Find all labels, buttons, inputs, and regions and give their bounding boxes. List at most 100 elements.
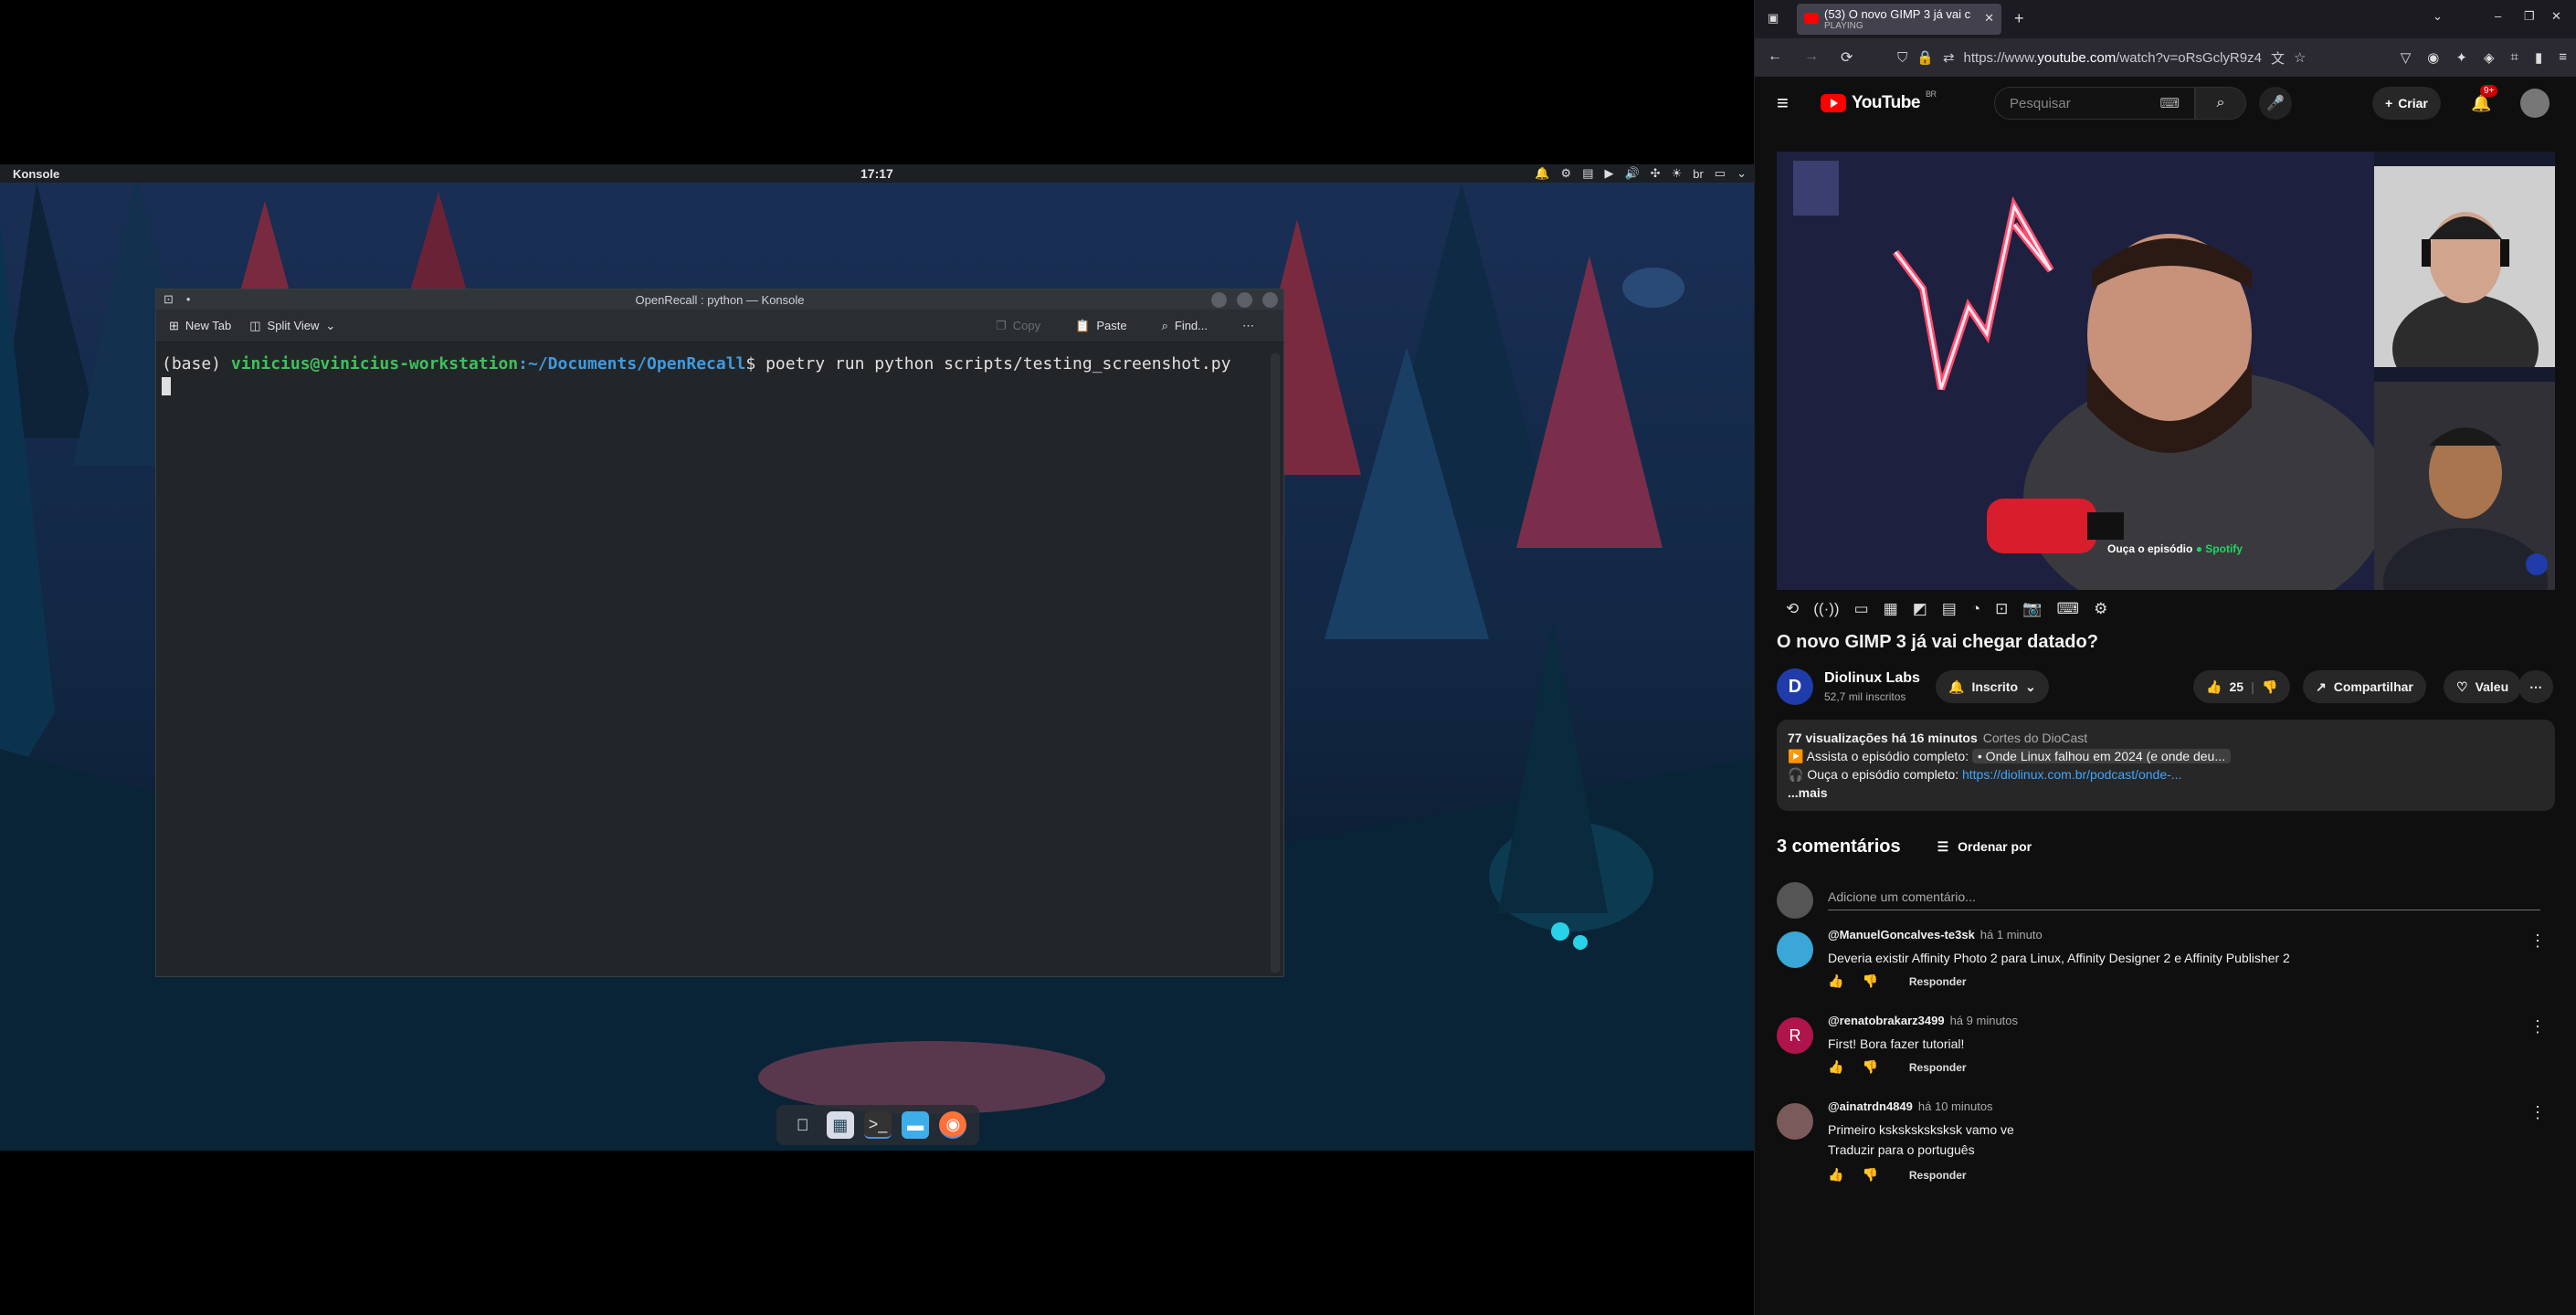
clock[interactable]: 17:17 xyxy=(860,166,893,181)
tab-youtube[interactable]: (53) O novo GIMP 3 já vai c PLAYING ✕ xyxy=(1797,4,2001,35)
find-button[interactable]: ⌕ Find... xyxy=(1162,319,1208,333)
close-window-icon[interactable]: ✕ xyxy=(2551,9,2561,24)
chevron-down-icon[interactable]: ⌄ xyxy=(1737,166,1747,181)
comment-author[interactable]: @ainatrdn4849 há 10 minutos xyxy=(1828,1099,1993,1113)
youtube-logo[interactable]: YouTube BR xyxy=(1821,89,1937,113)
account-icon[interactable]: ◉ xyxy=(2427,49,2439,66)
channel-avatar[interactable]: D xyxy=(1777,668,1813,705)
network-icon[interactable]: ✣ xyxy=(1651,166,1661,181)
popup-player-icon[interactable]: ◩ xyxy=(1913,600,1927,618)
settings-icon[interactable]: ⚙ xyxy=(1561,166,1572,181)
paste-button[interactable]: 📋 Paste xyxy=(1075,319,1126,333)
video-player[interactable]: Ouça o episódio ● Spotify xyxy=(1777,152,2555,590)
bookmark-star-icon[interactable]: ☆ xyxy=(2294,49,2306,66)
comment-avatar[interactable] xyxy=(1777,1103,1813,1140)
list-all-tabs-icon[interactable]: ⌄ xyxy=(2433,9,2443,24)
description-box[interactable]: 77 visualizações há 16 minutos Cortes do … xyxy=(1777,720,2555,811)
terminal-scrollbar[interactable] xyxy=(1271,353,1280,973)
sort-by-button[interactable]: ☰ Ordenar por xyxy=(1937,839,2032,855)
screenshot-icon[interactable]: 📷 xyxy=(2022,600,2042,618)
thumbs-down-icon[interactable]: 👎 xyxy=(1862,1167,1877,1183)
hamburger-menu-button[interactable]: ⋯ xyxy=(1242,319,1254,333)
new-tab-button[interactable]: ⊞ New Tab xyxy=(169,319,231,333)
url-bar[interactable]: ⛉ 🔒 ⇄ https://www.youtube.com/watch?v=oR… xyxy=(1897,44,2327,71)
thanks-button[interactable]: ♡ Valeu xyxy=(2444,670,2522,703)
more-actions-button[interactable]: ⋯ xyxy=(2518,670,2553,703)
reload-icon[interactable]: ⟳ xyxy=(1841,48,1853,67)
app-menu-icon[interactable]: ≡ xyxy=(2559,49,2567,66)
reply-button[interactable]: Responder xyxy=(1909,975,1967,988)
notifications-icon[interactable]: 🔔 xyxy=(1535,166,1549,181)
new-tab-icon[interactable]: + xyxy=(2014,9,2024,28)
window-titlebar[interactable]: ⊡ • OpenRecall : python — Konsole xyxy=(156,289,1283,310)
reply-button[interactable]: Responder xyxy=(1909,1061,1967,1074)
notifications-button[interactable]: 🔔 9+ xyxy=(2471,84,2498,113)
like-dislike-button[interactable]: 👍 25 | 👎 xyxy=(2193,670,2291,703)
frame-step-icon[interactable]: ⊡ xyxy=(1995,600,2008,618)
maximize-icon[interactable]: ❐ xyxy=(2524,9,2535,24)
keyboard-icon[interactable]: ⌨ xyxy=(2159,95,2180,111)
tab-list-icon[interactable]: ▣ xyxy=(1768,11,1779,26)
back-icon[interactable]: ← xyxy=(1768,48,1782,67)
thumbs-down-icon[interactable]: 👎 xyxy=(2262,679,2277,695)
thumbs-up-icon[interactable]: 👍 xyxy=(1828,1167,1843,1183)
cinema-icon[interactable]: ▦ xyxy=(1884,600,1898,618)
comment-author[interactable]: @renatobrakarz3499 há 9 minutos xyxy=(1828,1014,2018,1027)
translate-link[interactable]: Traduzir para o português xyxy=(1828,1140,2014,1160)
search-input[interactable]: Pesquisar ⌨ xyxy=(1994,87,2195,120)
permissions-icon[interactable]: ⇄ xyxy=(1943,49,1955,66)
close-tab-icon[interactable]: ✕ xyxy=(1984,11,1994,26)
split-view-button[interactable]: ◫ Split View ⌄ xyxy=(249,319,335,333)
spotify-overlay[interactable]: Ouça o episódio ● Spotify xyxy=(2107,542,2243,555)
comment-time[interactable]: há 1 minuto xyxy=(1980,928,2043,942)
audio-mode-icon[interactable]: ((·)) xyxy=(1813,600,1839,618)
podcast-link[interactable]: https://diolinux.com.br/podcast/onde-... xyxy=(1962,767,2181,782)
description-tags[interactable]: Cortes do DioCast xyxy=(1983,731,2087,745)
loop-icon[interactable]: ⟲ xyxy=(1786,600,1799,618)
hamburger-menu-icon[interactable]: ≡ xyxy=(1777,91,1789,115)
comment-time[interactable]: há 9 minutos xyxy=(1950,1014,2018,1027)
clipboard-icon[interactable]: ▤ xyxy=(1582,166,1593,181)
settings-icon[interactable]: ⚙ xyxy=(2094,600,2107,618)
thumbs-up-icon[interactable]: 👍 xyxy=(1828,973,1843,989)
more-vertical-icon[interactable]: ⋮ xyxy=(2529,1103,2546,1122)
add-comment-input[interactable]: Adicione um comentário... xyxy=(1828,889,2540,910)
metamask-icon[interactable]: ◈ xyxy=(2484,49,2495,66)
stop-rendering-icon[interactable]: ▭ xyxy=(1854,600,1869,618)
minimize-button[interactable] xyxy=(1211,291,1227,308)
thumbs-up-icon[interactable]: 👍 xyxy=(1828,1059,1843,1075)
maximize-button[interactable] xyxy=(1237,291,1252,308)
files-icon[interactable]: ▬ xyxy=(902,1111,930,1139)
subscribed-button[interactable]: 🔔 Inscrito ⌄ xyxy=(1936,670,2049,703)
more-vertical-icon[interactable]: ⋮ xyxy=(2529,931,2546,951)
terminal-icon[interactable]: >_ xyxy=(863,1111,892,1139)
keyboard-shortcuts-icon[interactable]: ⌨ xyxy=(2057,600,2080,618)
speed-icon[interactable]: ◔ xyxy=(1971,600,1980,618)
screen-size-icon[interactable]: ▤ xyxy=(1942,600,1957,618)
lock-icon[interactable]: 🔒 xyxy=(1916,49,1934,66)
volume-icon[interactable]: 🔊 xyxy=(1624,166,1639,181)
show-more-link[interactable]: ...mais xyxy=(1788,784,2544,802)
channel-name[interactable]: Diolinux Labs xyxy=(1824,670,1920,687)
close-button[interactable] xyxy=(1262,291,1278,308)
comment-avatar[interactable]: R xyxy=(1777,1017,1813,1054)
extensions-icon[interactable]: ✦ xyxy=(2455,49,2467,66)
search-button[interactable]: ⌕ xyxy=(2195,87,2246,120)
comment-avatar[interactable] xyxy=(1777,931,1813,968)
create-button[interactable]: + Criar xyxy=(2372,87,2441,120)
more-vertical-icon[interactable]: ⋮ xyxy=(2529,1017,2546,1036)
pocket-icon[interactable]: ▽ xyxy=(2401,49,2412,66)
chat-icon[interactable]: ▭ xyxy=(1715,166,1726,181)
share-button[interactable]: ↗ Compartilhar xyxy=(2303,670,2426,703)
brightness-icon[interactable]: ☀ xyxy=(1672,166,1683,181)
forward-icon[interactable]: → xyxy=(1804,48,1819,67)
translate-icon[interactable]: 文 xyxy=(2271,48,2285,68)
comment-time[interactable]: há 10 minutos xyxy=(1918,1099,1993,1113)
copy-button[interactable]: ❐ Copy xyxy=(996,319,1040,333)
apple-menu-icon[interactable]:  xyxy=(789,1111,817,1139)
firefox-icon[interactable]: ◉ xyxy=(939,1111,967,1139)
terminal-output[interactable]: (base) vinicius@vinicius-workstation:~/D… xyxy=(160,353,1269,973)
app-launcher-icon[interactable]: ▦ xyxy=(826,1111,854,1139)
extension-puzzle-icon[interactable]: ⌗ xyxy=(2511,49,2518,66)
media-player-icon[interactable]: ▶ xyxy=(1604,166,1613,181)
